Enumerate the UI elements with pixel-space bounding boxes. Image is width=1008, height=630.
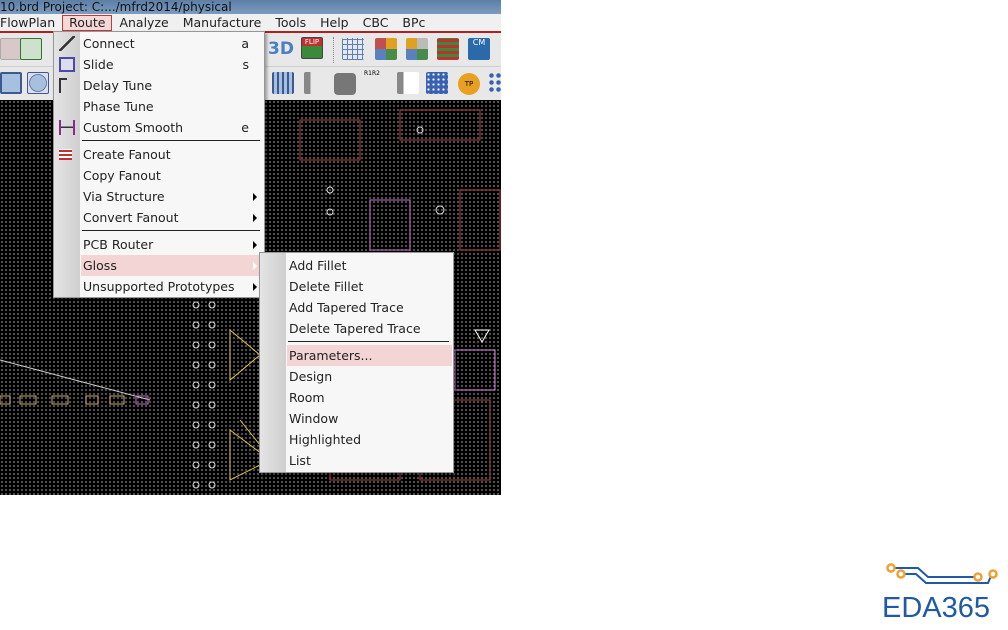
array-icon[interactable] bbox=[488, 72, 501, 94]
rename-refdes-icon[interactable]: R1R2 bbox=[364, 70, 386, 92]
ratsnest-icon[interactable] bbox=[20, 38, 42, 60]
menu-item-slide[interactable]: Slide s bbox=[55, 54, 263, 75]
menu-flowplan[interactable]: FlowPlan bbox=[0, 15, 62, 31]
custom-smooth-icon bbox=[59, 120, 75, 135]
submenu-arrow-icon bbox=[253, 241, 257, 249]
pin-array-icon[interactable] bbox=[426, 72, 448, 94]
title-bar: 10.brd Project: C:.../mfrd2014/physical bbox=[0, 0, 501, 14]
menu-route[interactable]: Route bbox=[62, 14, 113, 31]
menu-bar: FlowPlan Route Analyze Manufacture Tools… bbox=[0, 14, 501, 31]
menu-item-custom-smooth[interactable]: Custom Smooth e bbox=[55, 117, 263, 138]
toolbar-separator bbox=[333, 37, 334, 63]
menu-item-design[interactable]: Design bbox=[261, 366, 452, 387]
window-title: 10.brd Project: C:.../mfrd2014/physical bbox=[0, 0, 232, 14]
menu-item-copy-fanout[interactable]: Copy Fanout bbox=[55, 165, 263, 186]
menu-separator bbox=[82, 140, 260, 141]
camera-icon[interactable] bbox=[334, 73, 356, 95]
report-icon[interactable] bbox=[397, 72, 419, 94]
menu-bpc[interactable]: BPc bbox=[395, 15, 432, 31]
menu-separator bbox=[82, 230, 260, 231]
circle-icon[interactable] bbox=[27, 72, 49, 94]
menu-separator bbox=[288, 341, 449, 342]
menu-help[interactable]: Help bbox=[313, 15, 356, 31]
grid-icon[interactable] bbox=[342, 38, 364, 60]
submenu-arrow-icon bbox=[253, 193, 257, 201]
route-menu: Connect a Slide s Delay Tune Phase Tune Cu… bbox=[53, 31, 265, 298]
constraint-manager-icon[interactable]: CM bbox=[468, 38, 490, 60]
menu-item-add-tapered-trace[interactable]: Add Tapered Trace bbox=[261, 297, 452, 318]
color-icon[interactable] bbox=[375, 38, 397, 60]
testpoint-icon[interactable]: TP bbox=[458, 73, 480, 95]
menu-item-window[interactable]: Window bbox=[261, 408, 452, 429]
via-icon[interactable] bbox=[272, 72, 294, 94]
submenu-arrow-icon bbox=[253, 262, 257, 270]
menu-item-highlighted[interactable]: Highlighted bbox=[261, 429, 452, 450]
menu-item-create-fanout[interactable]: Create Fanout bbox=[55, 144, 263, 165]
menu-item-list[interactable]: List bbox=[261, 450, 452, 471]
logo-text: EDA365 bbox=[882, 592, 991, 624]
submenu-arrow-icon bbox=[253, 283, 257, 291]
circuit-trace-icon bbox=[886, 563, 998, 584]
menu-item-connect[interactable]: Connect a bbox=[55, 33, 263, 54]
layer-stack-icon[interactable] bbox=[437, 38, 459, 60]
eda365-logo: EDA365 bbox=[880, 562, 998, 624]
menu-item-gloss[interactable]: Gloss bbox=[81, 255, 263, 276]
menu-item-parameters[interactable]: Parameters... bbox=[287, 345, 452, 366]
grid-tool-icon[interactable] bbox=[0, 38, 22, 60]
create-fanout-icon bbox=[59, 149, 72, 160]
slide-icon bbox=[59, 57, 75, 72]
menu-item-add-fillet[interactable]: Add Fillet bbox=[261, 255, 452, 276]
flip-board-icon[interactable]: FLIP bbox=[301, 37, 323, 59]
menu-item-pcb-router[interactable]: PCB Router bbox=[55, 234, 263, 255]
menu-manufacture[interactable]: Manufacture bbox=[176, 15, 269, 31]
allegro-window: 10.brd Project: C:.../mfrd2014/physical … bbox=[0, 0, 501, 495]
layer-visibility-icon[interactable] bbox=[406, 38, 428, 60]
menu-item-via-structure[interactable]: Via Structure bbox=[55, 186, 263, 207]
gloss-submenu: Add Fillet Delete Fillet Add Tapered Tra… bbox=[259, 252, 454, 473]
delay-tune-icon bbox=[59, 78, 67, 93]
submenu-arrow-icon bbox=[253, 214, 257, 222]
menu-item-delay-tune[interactable]: Delay Tune bbox=[55, 75, 263, 96]
3d-view-icon[interactable]: 3D bbox=[268, 38, 294, 60]
connect-icon bbox=[59, 36, 75, 51]
menu-item-convert-fanout[interactable]: Convert Fanout bbox=[55, 207, 263, 228]
menu-item-delete-tapered-trace[interactable]: Delete Tapered Trace bbox=[261, 318, 452, 339]
menu-item-unsupported-prototypes[interactable]: Unsupported Prototypes bbox=[55, 276, 263, 297]
menu-tools[interactable]: Tools bbox=[268, 15, 313, 31]
flip-label: FLIP bbox=[302, 38, 322, 46]
rectangle-icon[interactable] bbox=[0, 72, 22, 94]
menu-item-room[interactable]: Room bbox=[261, 387, 452, 408]
menu-cbc[interactable]: CBC bbox=[356, 15, 396, 31]
menu-analyze[interactable]: Analyze bbox=[112, 15, 175, 31]
menu-item-delete-fillet[interactable]: Delete Fillet bbox=[261, 276, 452, 297]
menu-item-phase-tune[interactable]: Phase Tune bbox=[55, 96, 263, 117]
wrench-icon[interactable] bbox=[304, 72, 326, 94]
